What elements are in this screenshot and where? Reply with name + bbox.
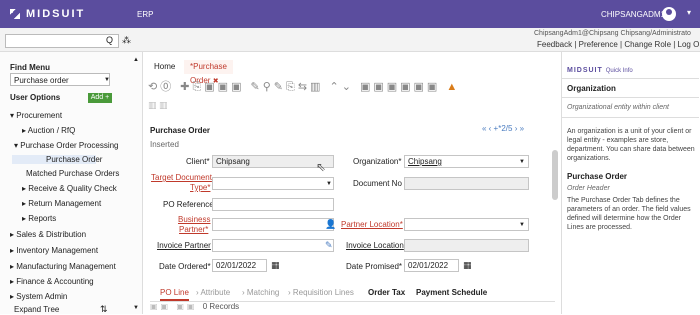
row-toolbar[interactable]: ▣▣ ▣▣	[150, 302, 203, 311]
logo-icon	[10, 9, 20, 19]
search-icon[interactable]: Q	[106, 35, 113, 45]
po-reference-field[interactable]	[212, 198, 334, 211]
sidebar-item[interactable]: ▸ Return Management	[22, 199, 101, 208]
toolbar[interactable]: ⟲⓪ ✚⎘▣▣▣ ✎⚲✎⎘⇆▥ ⌃⌄ ▣▣▣▣▣▣ ▲	[148, 78, 558, 96]
archive-icon[interactable]: ▲	[446, 81, 460, 93]
sidebar-item[interactable]: ▸ Receive & Quality Check	[22, 184, 117, 193]
edit-icon[interactable]: ✎	[325, 240, 333, 251]
sidebar-item[interactable]: Matched Purchase Orders	[26, 169, 119, 178]
business-label[interactable]: Business	[178, 215, 210, 224]
invoice-location-label[interactable]: Invoice Location	[346, 241, 404, 250]
sidebar-item[interactable]: ▸ Finance & Accounting	[10, 277, 94, 286]
tab-payment-schedule[interactable]: Payment Schedule	[416, 288, 487, 297]
invoice-partner-field[interactable]	[212, 239, 334, 252]
sidebar-item[interactable]: ▸ System Admin	[10, 292, 67, 301]
date-promised-label: Date Promised*	[346, 262, 403, 271]
find-menu-label: Find Menu	[10, 63, 50, 72]
left-scrollbar[interactable]: ▲ ▼	[133, 57, 141, 312]
sidebar-item[interactable]: ▸ Inventory Management	[10, 246, 98, 255]
calendar-icon[interactable]: ▦	[463, 260, 472, 271]
tab-home[interactable]: Home	[148, 60, 181, 74]
record-title: Purchase Order	[150, 126, 211, 135]
account-label: ChipsangAdm1@Chipsang Chipsang/Administr…	[534, 30, 691, 37]
midsuit-logo[interactable]: MIDSUIT	[10, 8, 85, 20]
user-options-label: User Options	[10, 93, 61, 102]
divider	[562, 97, 699, 98]
invoice-location-field[interactable]	[404, 239, 529, 252]
toolbar-row-2[interactable]: ▥ ▥	[148, 100, 168, 111]
business-partner-field[interactable]	[212, 218, 334, 231]
detail-tabs: PO Line › Attribute › Matching › Requisi…	[150, 284, 555, 302]
top-bar	[0, 0, 700, 28]
module-label[interactable]: ERP	[137, 10, 153, 19]
records-count: ▣▣ ▣▣ 0 Records	[150, 302, 240, 311]
chevron-down-icon[interactable]: ▼	[326, 181, 332, 187]
document-no-label: Document No	[353, 179, 402, 188]
brand-name: MIDSUIT	[26, 8, 86, 20]
sidebar-item[interactable]: ▸ Auction / RfQ	[22, 126, 75, 135]
expand-tree-icon[interactable]: ⇅	[100, 304, 108, 315]
sidebar-item[interactable]: ▾ Procurement	[10, 111, 62, 120]
tab-requisition-lines[interactable]: › Requisition Lines	[288, 288, 354, 297]
chevron-down-icon[interactable]: ▼	[519, 222, 525, 228]
expand-tree-label[interactable]: Expand Tree	[14, 305, 59, 314]
qi-section2-text: The Purchase Order Tab defines the param…	[567, 197, 691, 231]
main-scrollbar[interactable]	[552, 150, 558, 200]
po-reference-label: PO Reference	[163, 200, 214, 209]
mouse-cursor-icon: ⇖	[316, 160, 327, 174]
date-promised-field[interactable]: 02/01/2022	[404, 259, 459, 272]
sidebar-item[interactable]: ▸ Reports	[22, 214, 56, 223]
qi-section-subtitle: Organizational entity within client	[567, 104, 669, 111]
record-navigation[interactable]: « ‹ +*2/5 › »	[482, 124, 524, 133]
sidebar-item[interactable]: Purchase Order	[12, 155, 102, 164]
sidebar-item[interactable]: ▸ Manufacturing Management	[10, 262, 116, 271]
target-document-label[interactable]: Target Document	[151, 173, 212, 182]
target-document-field[interactable]	[212, 177, 334, 190]
qi-section-text: An organization is a unit of your client…	[567, 128, 695, 162]
tab-po-line[interactable]: PO Line	[160, 288, 189, 301]
user-icon[interactable]: 👤	[325, 219, 336, 230]
sidebar-item[interactable]: ▸ Sales & Distribution	[10, 230, 86, 239]
partner-location-label[interactable]: Partner Location*	[341, 220, 403, 229]
client-label: Client*	[186, 157, 210, 166]
quick-info-header: MIDSUIT Quick Info	[567, 67, 633, 74]
qi-section2-title: Purchase Order	[567, 172, 628, 181]
sidebar-item[interactable]: ▾ Purchase Order Processing	[14, 141, 119, 150]
date-ordered-field[interactable]: 02/01/2022	[212, 259, 267, 272]
invoice-partner-label[interactable]: Invoice Partner	[157, 241, 211, 250]
user-avatar-icon[interactable]	[662, 7, 676, 21]
divider	[562, 78, 699, 79]
organization-field[interactable]: Chipsang	[404, 155, 529, 168]
divider	[562, 117, 699, 118]
partner-location-field[interactable]	[404, 218, 529, 231]
find-menu-select[interactable]: Purchase order	[10, 73, 110, 86]
header-links[interactable]: Feedback | Preference | Change Role | Lo…	[537, 40, 699, 49]
tab-attribute[interactable]: › Attribute	[196, 288, 230, 297]
chevron-down-icon[interactable]: ▼	[519, 159, 525, 165]
user-name[interactable]: CHIPSANGADM1	[601, 10, 665, 19]
organization-label: Organization*	[353, 157, 402, 166]
tab-purchase-order[interactable]: *Purchase Order ✖	[184, 60, 233, 85]
grid-icon[interactable]: ⁂	[122, 35, 131, 46]
qi-section2-subtitle: Order Header	[567, 185, 610, 192]
tab-order-tax[interactable]: Order Tax	[368, 288, 405, 297]
business-partner-label[interactable]: Partner*	[179, 225, 208, 234]
target-document-type-label[interactable]: Type*	[190, 183, 210, 192]
record-status: Inserted	[150, 140, 179, 149]
tab-matching[interactable]: › Matching	[242, 288, 279, 297]
calendar-icon[interactable]: ▦	[271, 260, 280, 271]
qi-section-title: Organization	[567, 84, 616, 93]
add-button[interactable]: Add +	[88, 93, 112, 103]
left-menu-panel	[0, 52, 143, 314]
global-search-input[interactable]	[5, 34, 119, 48]
chevron-down-icon[interactable]: ▼	[104, 77, 110, 83]
date-ordered-label: Date Ordered*	[159, 262, 211, 271]
document-no-field[interactable]	[404, 177, 529, 190]
user-menu-chevron-icon[interactable]: ▾	[687, 8, 691, 17]
